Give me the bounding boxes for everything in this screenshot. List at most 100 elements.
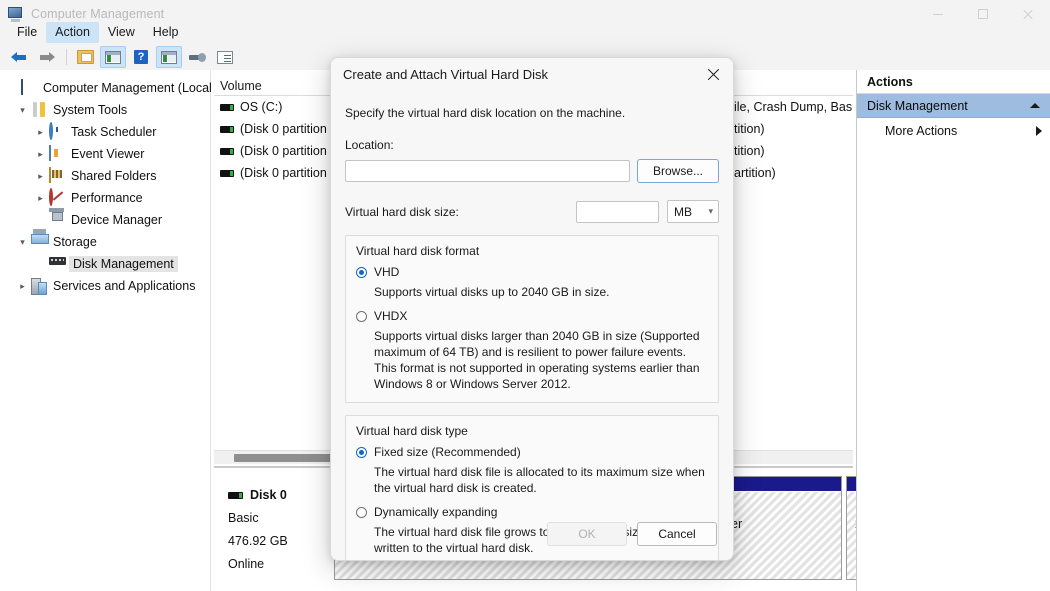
radio-fixed-size-icon[interactable] — [356, 447, 367, 458]
volume-description: tition) — [734, 144, 765, 158]
toolbar-forward-button[interactable] — [34, 46, 60, 68]
menu-item-view[interactable]: View — [99, 22, 144, 43]
menu-bar: File Action View Help — [0, 20, 1050, 44]
disk-type: Basic — [228, 511, 259, 525]
radio-option-fixed-size[interactable]: Fixed size (Recommended) — [356, 445, 708, 459]
sidebar-item-label: Device Manager — [71, 213, 163, 227]
chevron-down-icon[interactable]: ▾ — [14, 105, 31, 116]
location-label: Location: — [345, 138, 394, 152]
radio-vhdx-icon[interactable] — [356, 311, 367, 322]
chevron-right-icon[interactable]: ▸ — [14, 281, 31, 292]
menu-item-action[interactable]: Action — [46, 21, 99, 43]
radio-vhd-icon[interactable] — [356, 267, 367, 278]
sidebar-item-services-and-applications[interactable]: ▸ Services and Applications — [0, 275, 210, 297]
up-folder-icon — [76, 50, 94, 64]
sidebar-item-performance[interactable]: ▸ Performance — [0, 187, 210, 209]
close-icon — [707, 68, 720, 81]
radio-option-vhdx[interactable]: VHDX — [356, 309, 708, 323]
radio-fixed-size-label: Fixed size (Recommended) — [374, 445, 521, 459]
toolbar-up-button[interactable] — [72, 46, 98, 68]
show-hide-action-pane-icon — [161, 50, 177, 64]
volume-name: (Disk 0 partition — [240, 166, 327, 180]
sidebar-item-storage[interactable]: ▾ Storage — [0, 231, 210, 253]
toolbar-action-pane-button[interactable] — [156, 46, 182, 68]
sidebar-item-label: Shared Folders — [71, 169, 157, 183]
actions-item-label: More Actions — [885, 124, 958, 138]
volume-name: (Disk 0 partition — [240, 122, 327, 136]
sidebar-item-task-scheduler[interactable]: ▸ Task Scheduler — [0, 121, 210, 143]
dialog-footer: OK Cancel — [331, 508, 733, 560]
minimize-icon — [932, 13, 943, 15]
forward-arrow-icon — [39, 51, 55, 64]
chevron-right-icon[interactable]: ▸ — [32, 149, 49, 160]
toolbar-separator — [62, 46, 70, 68]
toolbar-console-tree-button[interactable] — [100, 46, 126, 68]
vhd-format-group-title: Virtual hard disk format — [356, 244, 480, 258]
sidebar-item-label: Task Scheduler — [71, 125, 157, 139]
actions-pane: Actions Disk Management More Actions — [856, 70, 1050, 591]
create-attach-vhd-dialog: Create and Attach Virtual Hard Disk Spec… — [330, 57, 734, 561]
browse-button[interactable]: Browse... — [637, 159, 719, 183]
actions-pane-title: Actions — [857, 70, 1050, 94]
sidebar-item-computer-management[interactable]: Computer Management (Local) — [0, 77, 216, 99]
location-row: Browse... — [345, 159, 719, 183]
chevron-down-icon[interactable]: ▾ — [14, 237, 31, 248]
chevron-right-icon[interactable]: ▸ — [32, 171, 49, 182]
toolbar-properties-button[interactable] — [184, 46, 210, 68]
close-icon — [1022, 9, 1033, 20]
disk-status: Online — [228, 557, 265, 571]
volume-description: ile, Crash Dump, Bas — [734, 100, 853, 114]
vhd-size-input[interactable] — [576, 200, 659, 223]
disk-title: Disk 0 — [228, 484, 333, 507]
sidebar-item-label: Services and Applications — [53, 279, 196, 293]
chevron-up-icon[interactable] — [1030, 103, 1040, 108]
vhd-size-label: Virtual hard disk size: — [345, 204, 459, 219]
disk-info-panel[interactable]: Disk 0 Basic 476.92 GB Online — [228, 484, 333, 576]
location-input[interactable] — [345, 160, 630, 182]
partition-partial-label: er — [731, 517, 743, 531]
radio-vhd-label: VHD — [374, 265, 400, 279]
back-arrow-icon — [11, 51, 27, 64]
vhd-size-unit-value: MB — [674, 204, 692, 219]
sidebar-item-label: Computer Management (Local) — [43, 81, 216, 95]
sidebar-item-event-viewer[interactable]: ▸ Event Viewer — [0, 143, 210, 165]
sidebar-item-device-manager[interactable]: Device Manager — [0, 209, 210, 231]
cancel-button[interactable]: Cancel — [637, 522, 717, 546]
ok-button[interactable]: OK — [547, 522, 627, 546]
sidebar-item-label: System Tools — [53, 103, 128, 117]
sidebar-item-shared-folders[interactable]: ▸ Shared Folders — [0, 165, 210, 187]
toolbar-list-view-button[interactable] — [212, 46, 238, 68]
shared-folders-icon — [49, 167, 67, 184]
properties-icon — [188, 52, 206, 63]
disk-capacity: 476.92 GB — [228, 534, 288, 548]
sidebar-item-label: Storage — [53, 235, 97, 249]
sidebar-item-system-tools[interactable]: ▾ System Tools — [0, 99, 210, 121]
menu-item-file[interactable]: File — [8, 22, 46, 43]
vhd-size-unit-select[interactable]: MB ▾ — [667, 200, 719, 223]
volume-name: OS (C:) — [240, 100, 283, 114]
dialog-close-button[interactable] — [693, 58, 733, 91]
disk-name: Disk 0 — [250, 488, 287, 502]
disk-management-icon — [49, 256, 67, 272]
toolbar-back-button[interactable] — [6, 46, 32, 68]
dialog-subtitle: Specify the virtual hard disk location o… — [345, 106, 626, 120]
chevron-right-icon[interactable] — [1036, 126, 1042, 136]
chevron-right-icon[interactable]: ▸ — [32, 127, 49, 138]
actions-item-disk-management[interactable]: Disk Management — [857, 94, 1050, 118]
chevron-right-icon[interactable]: ▸ — [32, 193, 49, 204]
menu-item-help[interactable]: Help — [144, 22, 188, 43]
performance-icon — [49, 188, 67, 206]
list-view-icon — [217, 50, 233, 64]
volume-description: tition) — [734, 122, 765, 136]
column-header-volume[interactable]: Volume — [214, 79, 262, 93]
dialog-title-bar: Create and Attach Virtual Hard Disk — [331, 58, 733, 91]
sidebar-item-label: Performance — [71, 191, 143, 205]
event-viewer-icon — [49, 145, 67, 162]
task-scheduler-icon — [49, 122, 67, 140]
toolbar-help-button[interactable]: ? — [128, 46, 154, 68]
fixed-size-description: The virtual hard disk file is allocated … — [374, 465, 705, 495]
console-tree-pane: Computer Management (Local) ▾ System Too… — [0, 70, 216, 591]
radio-option-vhd[interactable]: VHD — [356, 265, 708, 279]
sidebar-item-disk-management[interactable]: Disk Management — [0, 253, 210, 275]
actions-item-more-actions[interactable]: More Actions — [857, 118, 1050, 144]
